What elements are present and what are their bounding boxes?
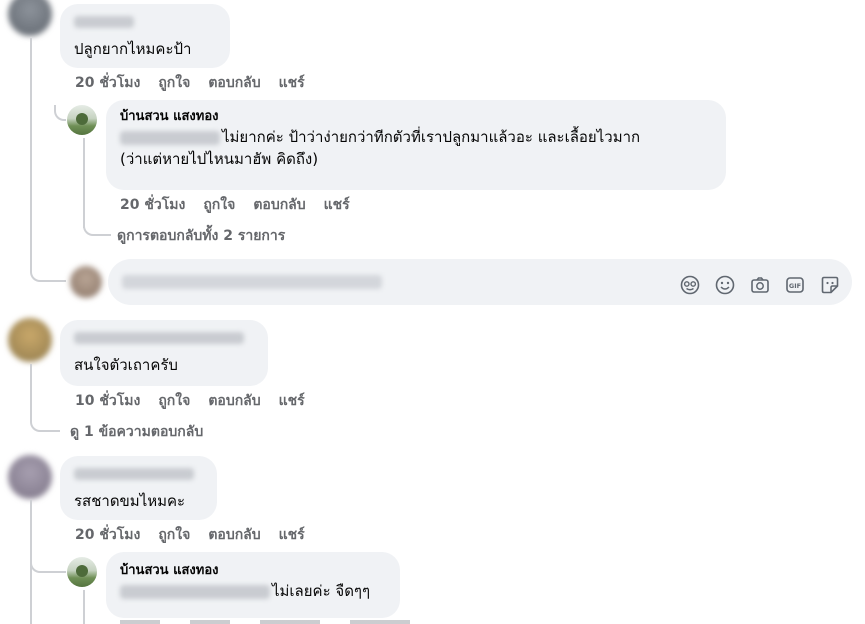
reply-connector	[54, 105, 66, 121]
like-button[interactable]: ถูกใจ	[158, 390, 190, 412]
emoji-icon[interactable]	[714, 274, 736, 296]
thread-line	[30, 38, 32, 238]
reply-button[interactable]: ตอบกลับ	[208, 524, 260, 546]
reply-actions-cut-off	[120, 620, 410, 624]
reply-input[interactable]	[108, 259, 852, 305]
comment-timestamp[interactable]: 20 ชั่วโมง	[75, 72, 140, 94]
comment-actions: 20 ชั่วโมง ถูกใจ ตอบกลับ แชร์	[75, 524, 305, 546]
gif-label: GIF	[789, 282, 801, 290]
commenter-name-blurred[interactable]	[74, 12, 216, 34]
reply-text-line2: (ว่าแต่หายไปไหนมาฮัพ คิดถึง)	[120, 150, 319, 168]
like-button[interactable]: ถูกใจ	[158, 524, 190, 546]
sticker-icon[interactable]	[819, 274, 841, 296]
comment-bubble: ปลูกยากไหมคะป้า	[60, 4, 230, 68]
comment-text: ปลูกยากไหมคะป้า	[74, 40, 192, 58]
page-avatar[interactable]	[67, 557, 97, 587]
commenter-avatar[interactable]	[8, 0, 52, 36]
reply-author[interactable]: บ้านสวน แสงทอง	[120, 562, 386, 580]
gif-icon[interactable]: GIF	[784, 274, 806, 296]
reply-input-placeholder-blurred	[122, 275, 382, 289]
sticker-face-icon[interactable]	[679, 274, 701, 296]
comment-text: รสชาดขมไหมคะ	[74, 492, 186, 510]
view-reply-connector	[30, 364, 60, 432]
comment-bubble: สนใจตัวเถาครับ	[60, 320, 268, 386]
reply-share-button[interactable]: แชร์	[324, 194, 350, 216]
comment-timestamp[interactable]: 20 ชั่วโมง	[75, 524, 140, 546]
commenter-name-blurred[interactable]	[74, 328, 254, 350]
reply-bubble: บ้านสวน แสงทอง ไม่เลยค่ะ จืดๆๆ	[106, 552, 400, 618]
current-user-avatar	[70, 266, 102, 298]
reply-button[interactable]: ตอบกลับ	[208, 72, 260, 94]
reply-text: ไม่เลยค่ะ จืดๆๆ	[120, 580, 386, 602]
reply-thread-line	[83, 138, 85, 228]
comment-actions: 20 ชั่วโมง ถูกใจ ตอบกลับ แชร์	[75, 72, 305, 94]
mentioned-name-blurred[interactable]	[120, 584, 270, 599]
reply-connector	[30, 555, 66, 573]
reply-text: ไม่ยากค่ะ ป้าว่าง่ายกว่าทีกตัวที่เราปลูก…	[120, 126, 712, 148]
reply-actions: 20 ชั่วโมง ถูกใจ ตอบกลับ แชร์	[120, 194, 350, 216]
share-button[interactable]: แชร์	[279, 72, 305, 94]
reply-reply-button[interactable]: ตอบกลับ	[253, 194, 305, 216]
commenter-name-blurred[interactable]	[74, 464, 203, 486]
mentioned-name-blurred[interactable]	[120, 130, 220, 145]
view-replies-connector	[83, 220, 111, 236]
like-button[interactable]: ถูกใจ	[158, 72, 190, 94]
composer-connector	[30, 236, 66, 282]
view-one-reply-link[interactable]: ดู 1 ข้อความตอบกลับ	[70, 421, 203, 443]
reply-text-line1: ไม่ยากค่ะ ป้าว่าง่ายกว่าทีกตัวที่เราปลูก…	[222, 128, 641, 146]
share-button[interactable]: แชร์	[279, 524, 305, 546]
reply-button[interactable]: ตอบกลับ	[208, 390, 260, 412]
share-button[interactable]: แชร์	[279, 390, 305, 412]
reply-thread-line	[83, 590, 85, 624]
reply-bubble: บ้านสวน แสงทอง ไม่ยากค่ะ ป้าว่าง่ายกว่าท…	[106, 100, 726, 190]
comment-text: สนใจตัวเถาครับ	[74, 356, 178, 374]
reply-text-content: ไม่เลยค่ะ จืดๆๆ	[272, 582, 371, 600]
camera-icon[interactable]	[749, 274, 771, 296]
comment-bubble: รสชาดขมไหมคะ	[60, 456, 217, 520]
reply-author[interactable]: บ้านสวน แสงทอง	[120, 108, 712, 126]
comment-actions: 10 ชั่วโมง ถูกใจ ตอบกลับ แชร์	[75, 390, 305, 412]
comment-timestamp[interactable]: 10 ชั่วโมง	[75, 390, 140, 412]
reply-timestamp[interactable]: 20 ชั่วโมง	[120, 194, 185, 216]
page-avatar[interactable]	[67, 105, 97, 135]
commenter-avatar[interactable]	[8, 318, 52, 362]
commenter-avatar[interactable]	[8, 455, 52, 499]
reply-like-button[interactable]: ถูกใจ	[203, 194, 235, 216]
view-all-replies-link[interactable]: ดูการตอบกลับทั้ง 2 รายการ	[117, 225, 285, 247]
